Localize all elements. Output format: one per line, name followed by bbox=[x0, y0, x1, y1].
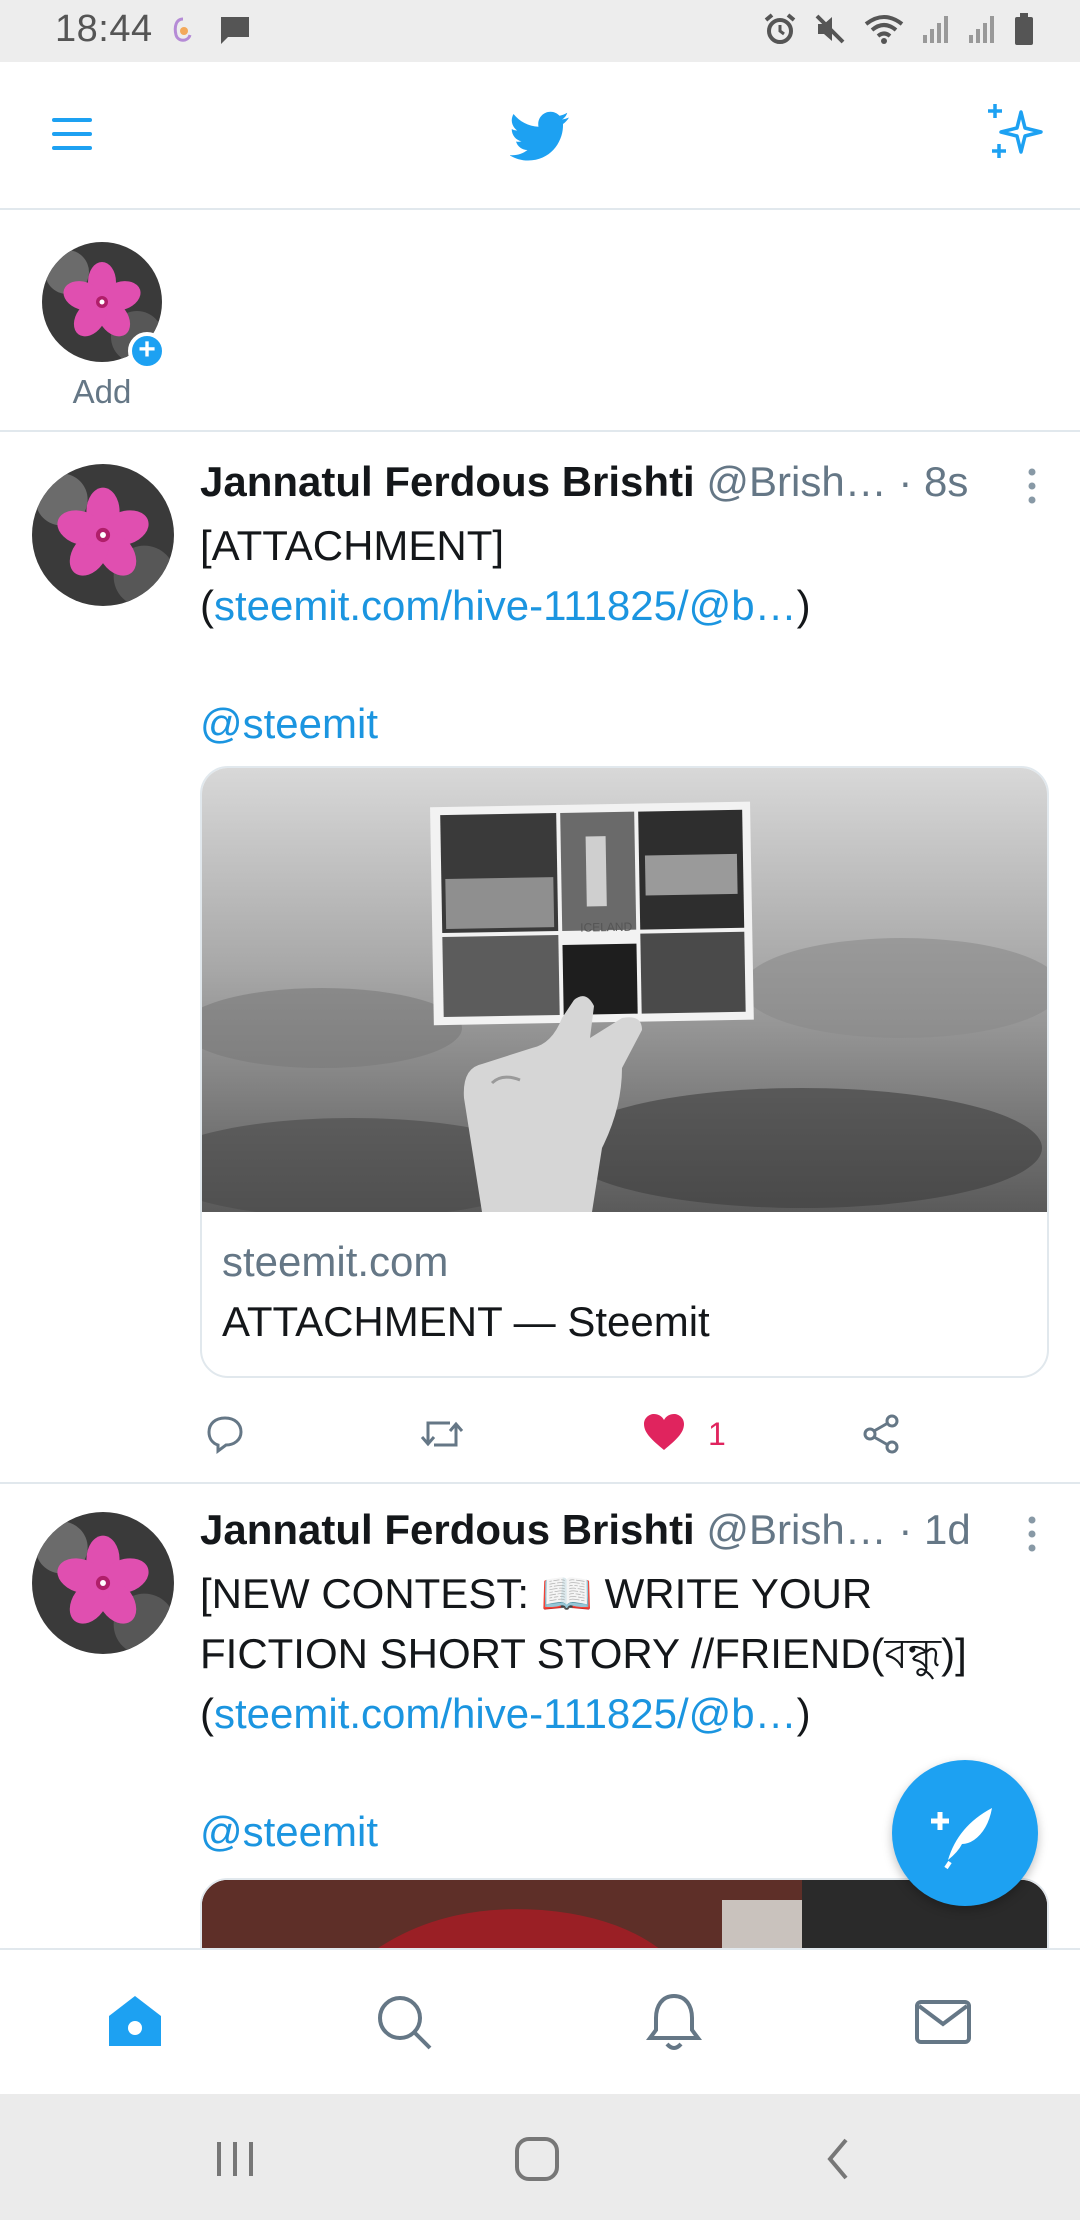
link-preview-card[interactable]: ICELAND steemit.com ATTACHMENT — Steemit bbox=[200, 766, 1049, 1378]
mute-icon bbox=[813, 12, 847, 51]
avatar[interactable] bbox=[32, 464, 174, 606]
bottom-nav bbox=[0, 1948, 1080, 2094]
signal-icon bbox=[921, 13, 951, 50]
reply-icon[interactable] bbox=[204, 1404, 246, 1464]
add-fleet-plus-icon[interactable]: + bbox=[128, 332, 166, 370]
add-fleet-label: Add bbox=[72, 373, 132, 410]
home-button-icon[interactable] bbox=[507, 2134, 567, 2184]
menu-icon[interactable] bbox=[50, 112, 94, 156]
card-title: ATTACHMENT — Steemit bbox=[222, 1298, 710, 1345]
retweet-icon[interactable] bbox=[418, 1404, 466, 1464]
sparkle-icon[interactable] bbox=[985, 102, 1047, 164]
tweet[interactable]: Jannatul Ferdous Brishti @Brish… · 8s [A… bbox=[0, 432, 1080, 1484]
display-name[interactable]: Jannatul Ferdous Brishti bbox=[200, 1506, 695, 1553]
tweet-time: · 8s bbox=[898, 458, 969, 505]
twitter-bird-icon bbox=[509, 106, 570, 166]
tweet-header: Jannatul Ferdous Brishti @Brish… · 1d bbox=[200, 1506, 1060, 1566]
signal-icon bbox=[967, 13, 997, 50]
home-icon[interactable] bbox=[103, 1990, 167, 2054]
like-button[interactable]: 1 bbox=[642, 1404, 726, 1464]
tweet-link[interactable]: steemit.com/hive‑111825/@b… bbox=[214, 582, 797, 629]
mail-icon[interactable] bbox=[911, 1990, 975, 2054]
top-app-bar bbox=[0, 62, 1080, 210]
user-handle: @Brish… bbox=[706, 1506, 887, 1553]
status-time: 18:44 bbox=[55, 8, 153, 50]
tweet-time: · 1d bbox=[898, 1506, 971, 1553]
alarm-icon bbox=[763, 12, 797, 51]
status-bar: 18:44 bbox=[0, 0, 1080, 62]
battery-icon bbox=[1013, 12, 1035, 51]
mention-link[interactable]: @steemit bbox=[200, 1808, 378, 1855]
share-icon[interactable] bbox=[860, 1404, 902, 1464]
tweet-text: [NEW CONTEST: 📖 WRITE YOUR FICTION SHORT… bbox=[200, 1564, 1010, 1744]
avatar[interactable] bbox=[32, 1512, 174, 1654]
tweet-mention-line: @steemit bbox=[200, 1802, 980, 1862]
fleets-row: + Add bbox=[0, 210, 1080, 432]
more-options-icon[interactable] bbox=[1026, 1514, 1038, 1554]
tweet-actions: 1 bbox=[200, 1404, 960, 1464]
back-icon[interactable] bbox=[810, 2134, 870, 2184]
card-domain: steemit.com bbox=[222, 1238, 449, 1285]
heart-icon bbox=[642, 1412, 686, 1457]
compose-tweet-button[interactable] bbox=[892, 1760, 1038, 1906]
user-handle: @Brish… bbox=[706, 458, 887, 505]
message-icon bbox=[218, 14, 252, 51]
search-icon[interactable] bbox=[372, 1990, 436, 2054]
mention-link[interactable]: @steemit bbox=[200, 700, 378, 747]
tweet-text-suffix: ) bbox=[796, 1690, 811, 1737]
tweet-mention-line: @steemit bbox=[200, 694, 980, 754]
compose-quill-icon bbox=[931, 1808, 992, 1870]
postcard-caption: ICELAND bbox=[580, 920, 633, 935]
tweet-text: [ATTACHMENT](steemit.com/hive‑111825/@b…… bbox=[200, 516, 980, 636]
more-options-icon[interactable] bbox=[1026, 466, 1038, 506]
bell-icon[interactable] bbox=[642, 1990, 706, 2054]
display-name[interactable]: Jannatul Ferdous Brishti bbox=[200, 458, 695, 505]
tweet-header: Jannatul Ferdous Brishti @Brish… · 8s bbox=[200, 458, 1060, 518]
notification-app-icon bbox=[170, 15, 196, 50]
recent-apps-icon[interactable] bbox=[205, 2134, 265, 2184]
tweet-link[interactable]: steemit.com/hive-111825/@b… bbox=[214, 1690, 797, 1737]
tweet-text-suffix: ) bbox=[796, 582, 811, 629]
wifi-icon bbox=[863, 12, 905, 51]
like-count: 1 bbox=[708, 1415, 726, 1452]
system-nav-bar bbox=[0, 2094, 1080, 2220]
card-image: ICELAND bbox=[202, 768, 1047, 1218]
